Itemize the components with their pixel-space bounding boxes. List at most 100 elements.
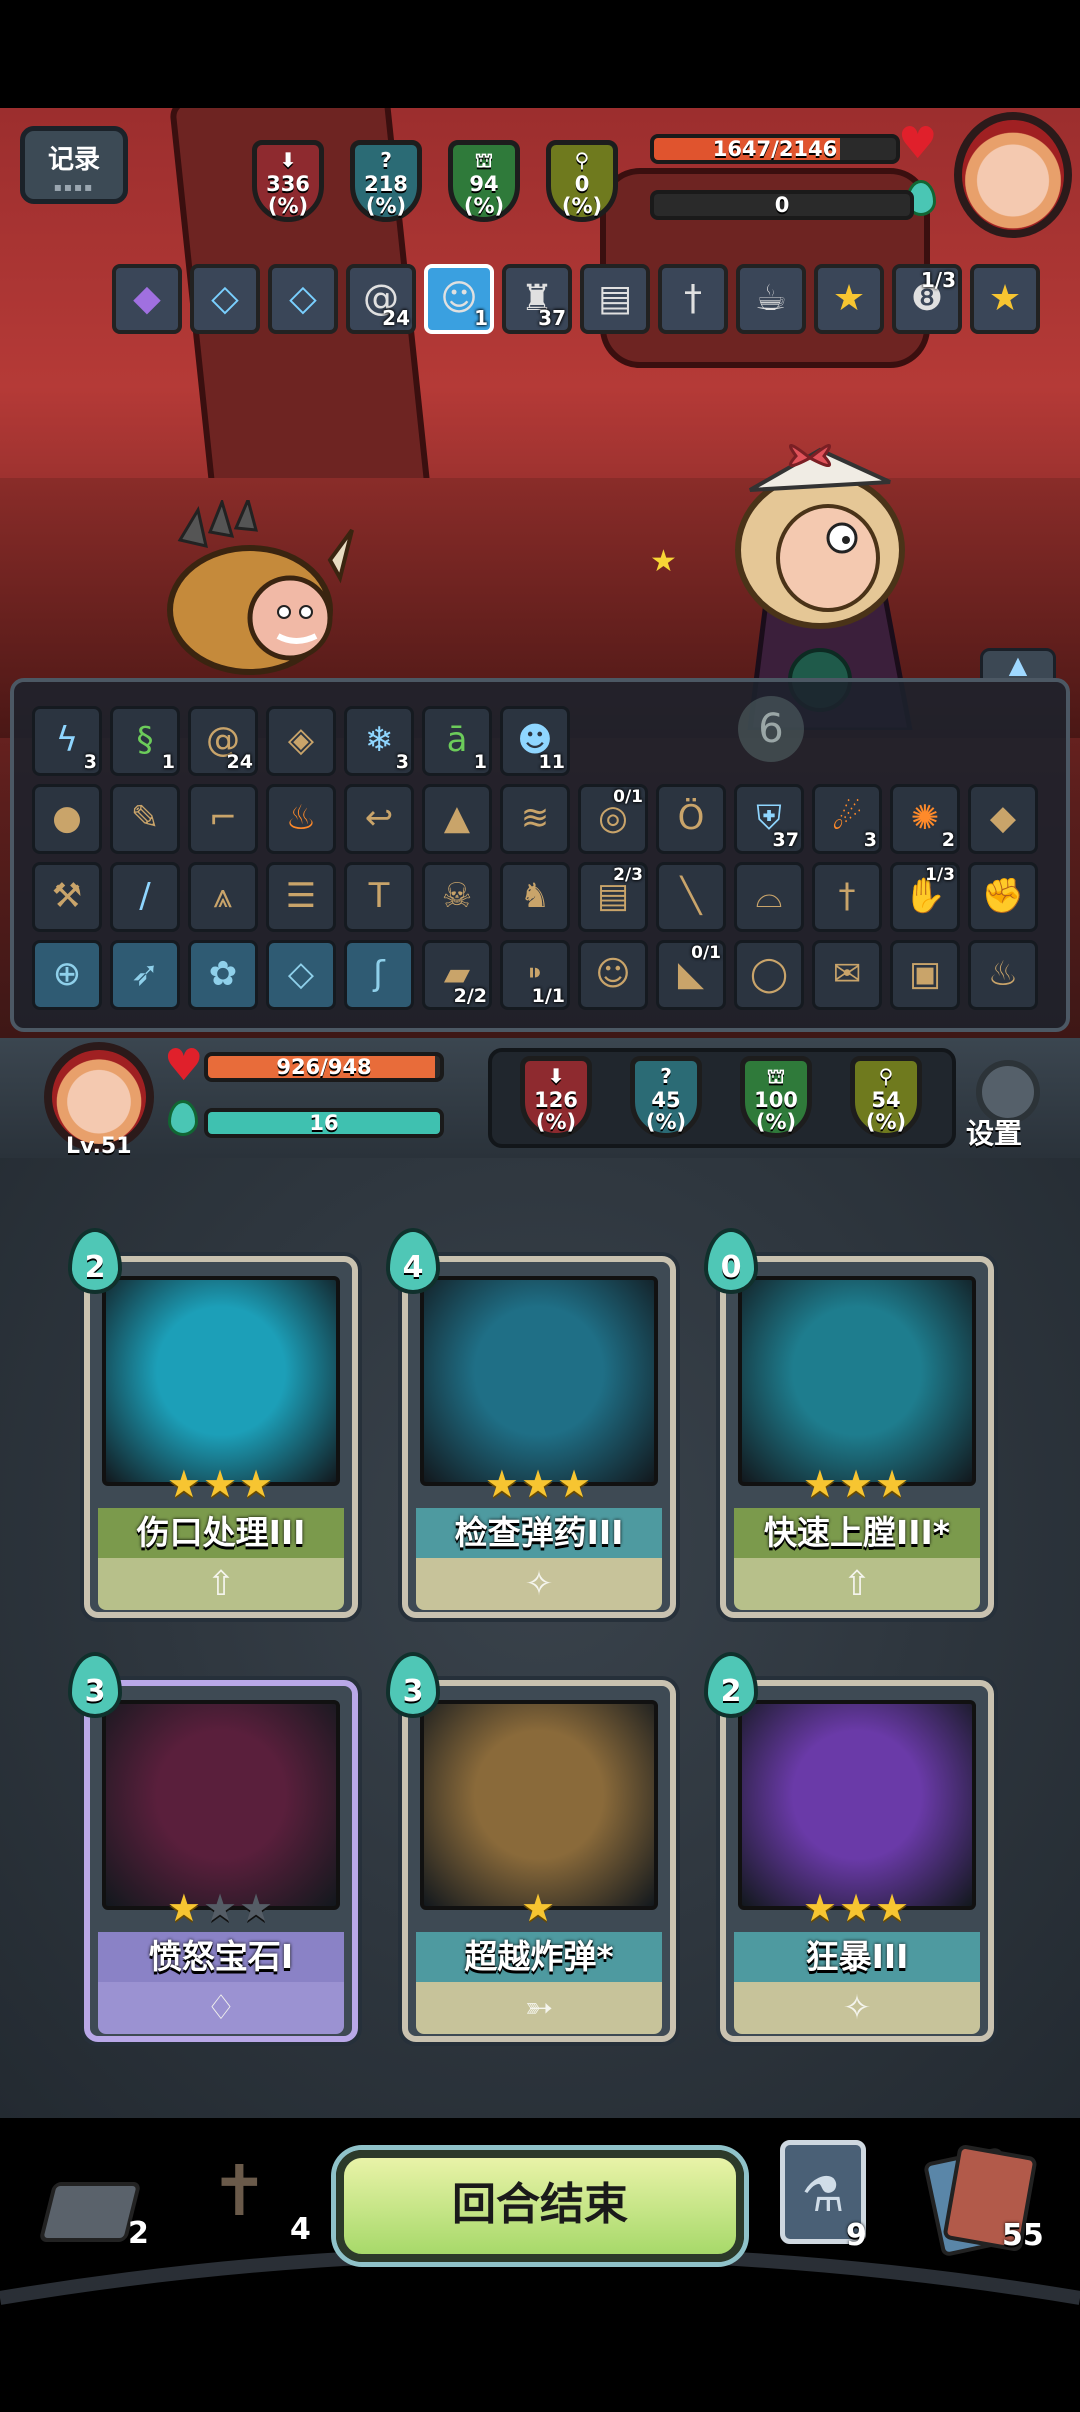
relic-slot[interactable]: ↩ [344,784,414,854]
relic-slot[interactable]: ā1 [422,706,492,776]
relic-slot[interactable]: ⌐ [188,784,258,854]
relic-slot[interactable]: / [110,862,180,932]
relic-slot[interactable]: ♞ [500,862,570,932]
hand-card[interactable]: ★★★ 快速上膛III* ⇧ 0 [704,1228,994,1618]
relic-count: 3 [863,829,877,851]
enemy-portrait-avatar[interactable] [954,112,1072,238]
player-stat-0[interactable]: ⬇ 126 (%) [520,1056,592,1138]
player-stat-1[interactable]: ? 45 (%) [630,1056,702,1138]
relic-slot[interactable]: ▤ 2/3 [578,862,648,932]
relic-slot[interactable]: ✋ 1/3 [890,862,960,932]
relic-slot[interactable]: ◎ 0/1 [578,784,648,854]
relic-slot[interactable]: ╲ [656,862,726,932]
player-stat-unit: (%) [865,1110,907,1134]
potion-button[interactable]: ⚗ 9 [776,2136,876,2254]
relic-slot[interactable]: ◇ [266,940,336,1010]
relic-slot[interactable]: † [812,862,882,932]
enemy-buff-11[interactable]: ★ [970,264,1040,334]
record-button[interactable]: 记录 ▪▪▪▪ [20,126,128,204]
relic-slot[interactable]: ✎ [110,784,180,854]
enemy-buff-4[interactable]: ☺ 1 [424,264,494,334]
star-icon: ★ [166,1462,203,1506]
star-icon: ★ [166,1886,203,1930]
relic-slot[interactable]: ✉ [812,940,882,1010]
sword-icon: † [838,876,856,916]
enemy-stat-1[interactable]: ? 218 (%) [350,140,422,222]
enemy-buff-2[interactable]: ◇ [268,264,338,334]
blue-blade-icon: / [139,876,151,916]
staff-icon: ╲ [680,876,702,916]
relic-slot[interactable]: ◆ [968,784,1038,854]
hand-card[interactable]: ★★★ 检查弹药III ✧ 4 [386,1228,676,1618]
relic-slot[interactable]: ☠ [422,862,492,932]
relic-slot[interactable]: ☰ [266,862,336,932]
relic-slot[interactable]: ✊ [968,862,1038,932]
enemy-buff-1[interactable]: ◇ [190,264,260,334]
relic-slot[interactable]: ʃ [344,940,414,1010]
relic-slot[interactable]: ≋ [500,784,570,854]
enemy-buff-5[interactable]: ♜ 37 [502,264,572,334]
relic-slot[interactable]: T [344,862,414,932]
relic-slot[interactable]: @24 [188,706,258,776]
draw-pile-button[interactable]: 55 [920,2143,1060,2258]
enemy-buff-6[interactable]: ▤ [580,264,650,334]
relic-slot[interactable]: ⊕ [32,940,102,1010]
relic-slot[interactable]: ⁍ 1/1 [500,940,570,1010]
enemy-buff-count: 1 [474,306,488,330]
settings-button[interactable]: 设置 [966,1112,1022,1152]
enemy-buff-9[interactable]: ★ [814,264,884,334]
hand-card[interactable]: ★ 超越炸弹* ➳ 3 [386,1652,676,2042]
relic-slot[interactable]: ☄ 3 [812,784,882,854]
relic-slot[interactable]: ▣ [890,940,960,1010]
star-icon: ★ [484,1462,521,1506]
enemy-buff-8[interactable]: ☕ [736,264,806,334]
speed-shield-icon: ⚲ [574,148,590,172]
hand-card[interactable]: ★★★ 愤怒宝石I ♢ 3 [68,1652,358,2042]
relic-slot[interactable]: ◈ [266,706,336,776]
relic-slot[interactable]: ♨ [266,784,336,854]
relic-slot[interactable]: ✿ [188,940,258,1010]
relic-slot[interactable]: ● [32,784,102,854]
relic-slot[interactable]: ➶ [110,940,180,1010]
hand-card[interactable]: ★★★ 伤口处理III ⇧ 2 [68,1228,358,1618]
enemy-stat-2[interactable]: ⛫ 94 (%) [448,140,520,222]
relic-slot[interactable]: ◣ 0/1 [656,940,726,1010]
relic-slot[interactable]: ◯ [734,940,804,1010]
card-art [102,1276,340,1486]
hand-card[interactable]: ★★★ 狂暴III ✧ 2 [704,1652,994,2042]
enemy-buff-7[interactable]: † [658,264,728,334]
enemy-stat-0[interactable]: ⬇ 336 (%) [252,140,324,222]
speed-shield-icon: ⚲ [878,1064,894,1088]
relic-slot[interactable]: ⛨ 37 [734,784,804,854]
card-name: 伤口处理III [98,1508,344,1558]
relic-slot[interactable]: ❄ 3 [344,706,414,776]
enemy-stat-3[interactable]: ⚲ 0 (%) [546,140,618,222]
relic-slot[interactable]: ⚒ [32,862,102,932]
feather-icon: ✎ [130,798,160,838]
relic-slot[interactable]: ✺ 2 [890,784,960,854]
enemy-buff-3[interactable]: @24 [346,264,416,334]
end-turn-button[interactable]: 回合结束 [336,2150,744,2262]
collapse-panel-button[interactable]: ▲ [980,648,1056,682]
relic-slot[interactable]: Ö [656,784,726,854]
player-stat-unit: (%) [535,1110,577,1134]
player-stat-3[interactable]: ⚲ 54 (%) [850,1056,922,1138]
enemy-buff-0[interactable]: ◆ [112,264,182,334]
card-type-footer: ⇧ [734,1558,980,1610]
player-stat-2[interactable]: ⛫ 100 (%) [740,1056,812,1138]
relic-slot[interactable]: ⌓ [734,862,804,932]
relic-slot[interactable]: § 1 [110,706,180,776]
relic-slot[interactable]: ▰ 2/2 [422,940,492,1010]
exhaust-pile-button[interactable]: 2 [38,2176,150,2256]
enemy-sprite[interactable] [140,495,360,680]
relic-slot[interactable]: ☺ [578,940,648,1010]
relic-slot[interactable]: ☻ 11 [500,706,570,776]
relic-slot[interactable]: ♨ [968,940,1038,1010]
relic-slot[interactable]: ϟ3 [32,706,102,776]
helmet-icon: ▲ [443,798,471,838]
relic-slot[interactable]: ⩓ [188,862,258,932]
enemy-buff-10[interactable]: ❽ 1/3 [892,264,962,334]
relic-slot[interactable]: ▲ [422,784,492,854]
grave-pile-button[interactable]: ✝ 4 [190,2150,320,2260]
star-wand-icon: ★ [988,278,1022,319]
